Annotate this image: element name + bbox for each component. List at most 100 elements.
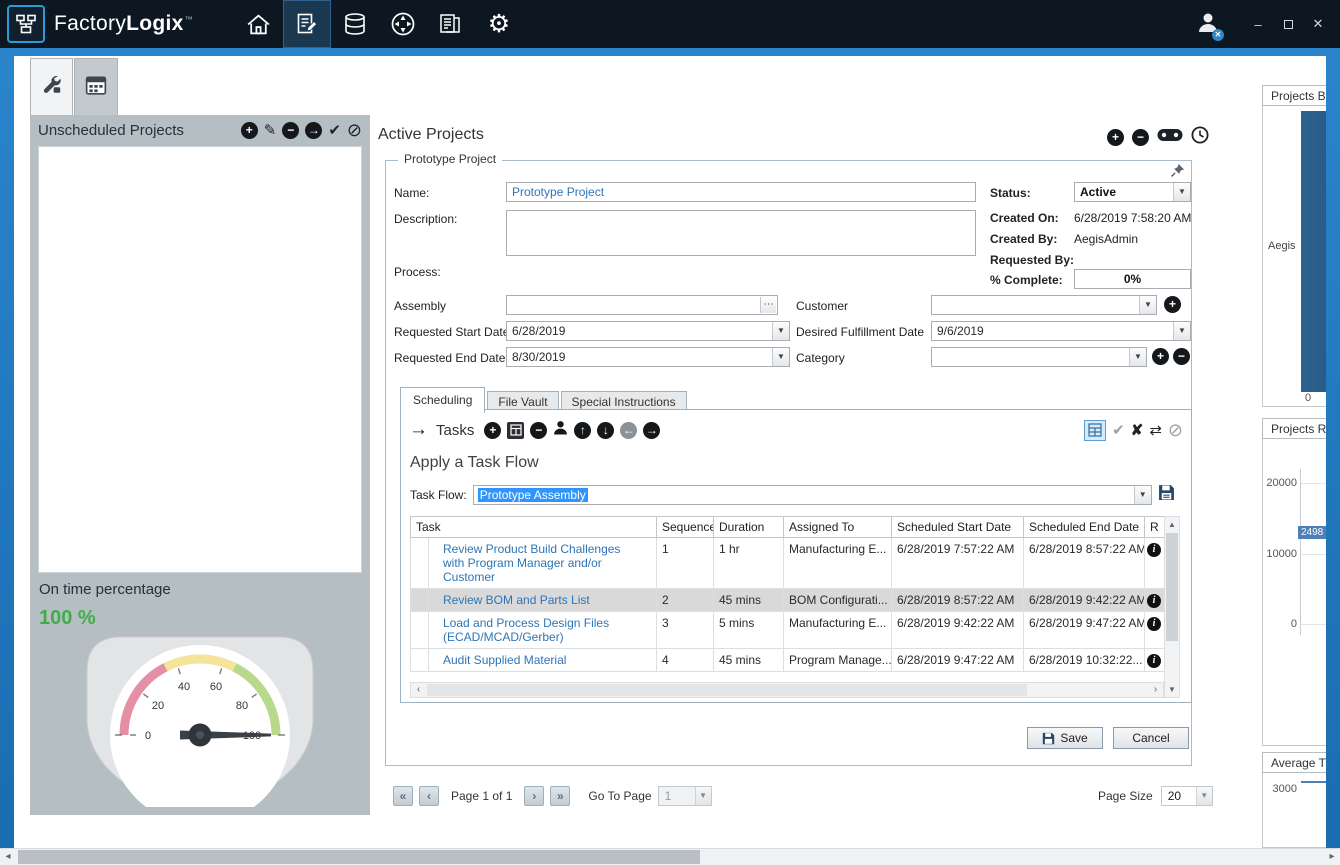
status-select[interactable]: Active▼	[1074, 182, 1191, 202]
controller-icon[interactable]	[1157, 128, 1183, 147]
unscheduled-projects-list[interactable]	[38, 146, 362, 573]
task-info-icon[interactable]: i	[1147, 617, 1161, 631]
remove-task-icon[interactable]: −	[530, 422, 547, 439]
swap-icon[interactable]: ⇄	[1149, 423, 1162, 438]
grid-view-toggle-icon[interactable]	[1084, 420, 1106, 441]
next-page-icon[interactable]: ›	[524, 786, 544, 806]
browse-ellipsis-button[interactable]: ⋯	[760, 297, 776, 313]
goto-page-select[interactable]: 1 ▼	[658, 786, 712, 806]
clear-x-icon[interactable]: ✘	[1131, 423, 1144, 438]
tasks-table-header: Task Sequence Duration Assigned To Sched…	[411, 517, 1165, 538]
indent-icon[interactable]: →	[643, 422, 660, 439]
cancel-slash-icon[interactable]: ⊘	[1168, 421, 1183, 439]
col-sequence[interactable]: Sequence	[657, 517, 714, 538]
task-table-row[interactable]: Load and Process Design Files (ECAD/MCAD…	[411, 612, 1165, 649]
unscheduled-projects-panel: Unscheduled Projects + ✎ − → ✔ ⊘ On time…	[30, 115, 370, 815]
history-clock-icon[interactable]	[1191, 126, 1209, 149]
close-icon[interactable]: ✕	[1310, 16, 1326, 32]
task-table-row[interactable]: Audit Supplied Material445 minsProgram M…	[411, 649, 1165, 672]
save-button[interactable]: Save	[1027, 727, 1103, 749]
task-table-row[interactable]: Review BOM and Parts List245 minsBOM Con…	[411, 589, 1165, 612]
projects-r-panel: Projects R 20000 10000 0 2498	[1262, 418, 1326, 746]
remove-icon[interactable]: −	[1132, 129, 1149, 146]
cancel-slash-icon[interactable]: ⊘	[347, 121, 362, 139]
name-label: Name:	[394, 186, 429, 200]
task-info-icon[interactable]: i	[1147, 594, 1161, 608]
edit-pencil-icon[interactable]: ✎	[264, 123, 277, 138]
desired-fulfillment-date-select[interactable]: 9/6/2019▼	[931, 321, 1191, 341]
remove-category-icon[interactable]: −	[1173, 348, 1190, 365]
prev-page-icon[interactable]: ‹	[419, 786, 439, 806]
complete-check-icon[interactable]: ✔	[328, 123, 341, 138]
schedule-arrow-icon[interactable]: →	[305, 122, 322, 139]
add-task-icon[interactable]: +	[484, 422, 501, 439]
scrollbar-thumb[interactable]	[18, 850, 700, 864]
average-t-title: Average T	[1262, 752, 1326, 773]
col-r[interactable]: R	[1145, 517, 1165, 538]
scroll-left-icon[interactable]: ◂	[0, 849, 16, 865]
scroll-left-icon[interactable]: ‹	[411, 683, 426, 697]
work-instructions-icon[interactable]	[283, 0, 331, 48]
col-sched-start[interactable]: Scheduled Start Date	[892, 517, 1024, 538]
scroll-right-icon[interactable]: ▸	[1324, 849, 1340, 865]
tasks-table: Task Sequence Duration Assigned To Sched…	[410, 516, 1165, 672]
col-assigned-to[interactable]: Assigned To	[784, 517, 892, 538]
add-from-template-icon[interactable]	[507, 422, 524, 439]
move-down-icon[interactable]: ↓	[597, 422, 614, 439]
req-start-date-select[interactable]: 6/28/2019▼	[506, 321, 790, 341]
factorylogix-window: FactoryLogix™	[0, 0, 1340, 865]
task-info-icon[interactable]: i	[1147, 654, 1161, 668]
minimize-icon[interactable]: –	[1250, 17, 1266, 32]
outdent-icon[interactable]: ←	[620, 422, 637, 439]
col-duration[interactable]: Duration	[714, 517, 784, 538]
tools-tab[interactable]	[30, 58, 73, 115]
task-table-row[interactable]: Review Product Build Challenges with Pro…	[411, 538, 1165, 589]
add-category-icon[interactable]: +	[1152, 348, 1169, 365]
assign-person-icon[interactable]	[553, 420, 568, 440]
reports-icon[interactable]	[427, 0, 475, 48]
app-horizontal-scrollbar[interactable]: ◂ ▸	[0, 848, 1340, 865]
created-by-label: Created By:	[990, 232, 1057, 246]
app-logo-icon	[7, 5, 45, 43]
bar-aegis[interactable]	[1301, 111, 1326, 392]
last-page-icon[interactable]: »	[550, 786, 570, 806]
add-icon[interactable]: +	[1107, 129, 1124, 146]
scrollbar-thumb[interactable]	[427, 684, 1027, 696]
scroll-down-icon[interactable]: ▼	[1165, 682, 1179, 697]
customer-select[interactable]: ▼	[931, 295, 1157, 315]
scrollbar-thumb[interactable]	[1166, 533, 1178, 641]
navigate-circle-icon[interactable]	[379, 0, 427, 48]
add-project-icon[interactable]: +	[241, 122, 258, 139]
validate-check-icon[interactable]: ✔	[1112, 423, 1125, 438]
col-sched-end[interactable]: Scheduled End Date	[1024, 517, 1145, 538]
move-up-icon[interactable]: ↑	[574, 422, 591, 439]
req-end-date-select[interactable]: 8/30/2019▼	[506, 347, 790, 367]
name-field[interactable]	[506, 182, 976, 202]
project-group-box: Prototype Project Name: Status: Active▼ …	[385, 160, 1192, 766]
scroll-right-icon[interactable]: ›	[1148, 683, 1163, 697]
apply-task-flow-heading: Apply a Task Flow	[410, 454, 539, 472]
table-horizontal-scrollbar[interactable]: ‹ ›	[410, 682, 1164, 698]
description-field[interactable]	[506, 210, 976, 256]
materials-stack-icon[interactable]	[331, 0, 379, 48]
settings-gear-icon[interactable]: ⚙	[475, 0, 523, 48]
scroll-up-icon[interactable]: ▲	[1165, 517, 1179, 532]
assembly-field[interactable]: ⋯	[506, 295, 778, 315]
col-task[interactable]: Task	[411, 517, 657, 538]
task-flow-select[interactable]: Prototype Assembly ▼	[473, 485, 1152, 505]
maximize-icon[interactable]	[1280, 17, 1296, 32]
first-page-icon[interactable]: «	[393, 786, 413, 806]
user-icon[interactable]: ✕	[1196, 10, 1220, 39]
task-info-icon[interactable]: i	[1147, 543, 1161, 557]
table-vertical-scrollbar[interactable]: ▲ ▼	[1164, 516, 1180, 698]
tab-scheduling[interactable]: Scheduling	[400, 387, 485, 413]
save-task-flow-icon[interactable]	[1158, 484, 1175, 506]
pin-icon[interactable]	[1171, 164, 1184, 182]
category-select[interactable]: ▼	[931, 347, 1147, 367]
calendar-tab[interactable]	[74, 58, 118, 115]
home-icon[interactable]	[235, 0, 283, 48]
cancel-button[interactable]: Cancel	[1113, 727, 1189, 749]
page-size-select[interactable]: 20 ▼	[1161, 786, 1213, 806]
add-customer-icon[interactable]: +	[1164, 296, 1181, 313]
remove-project-icon[interactable]: −	[282, 122, 299, 139]
